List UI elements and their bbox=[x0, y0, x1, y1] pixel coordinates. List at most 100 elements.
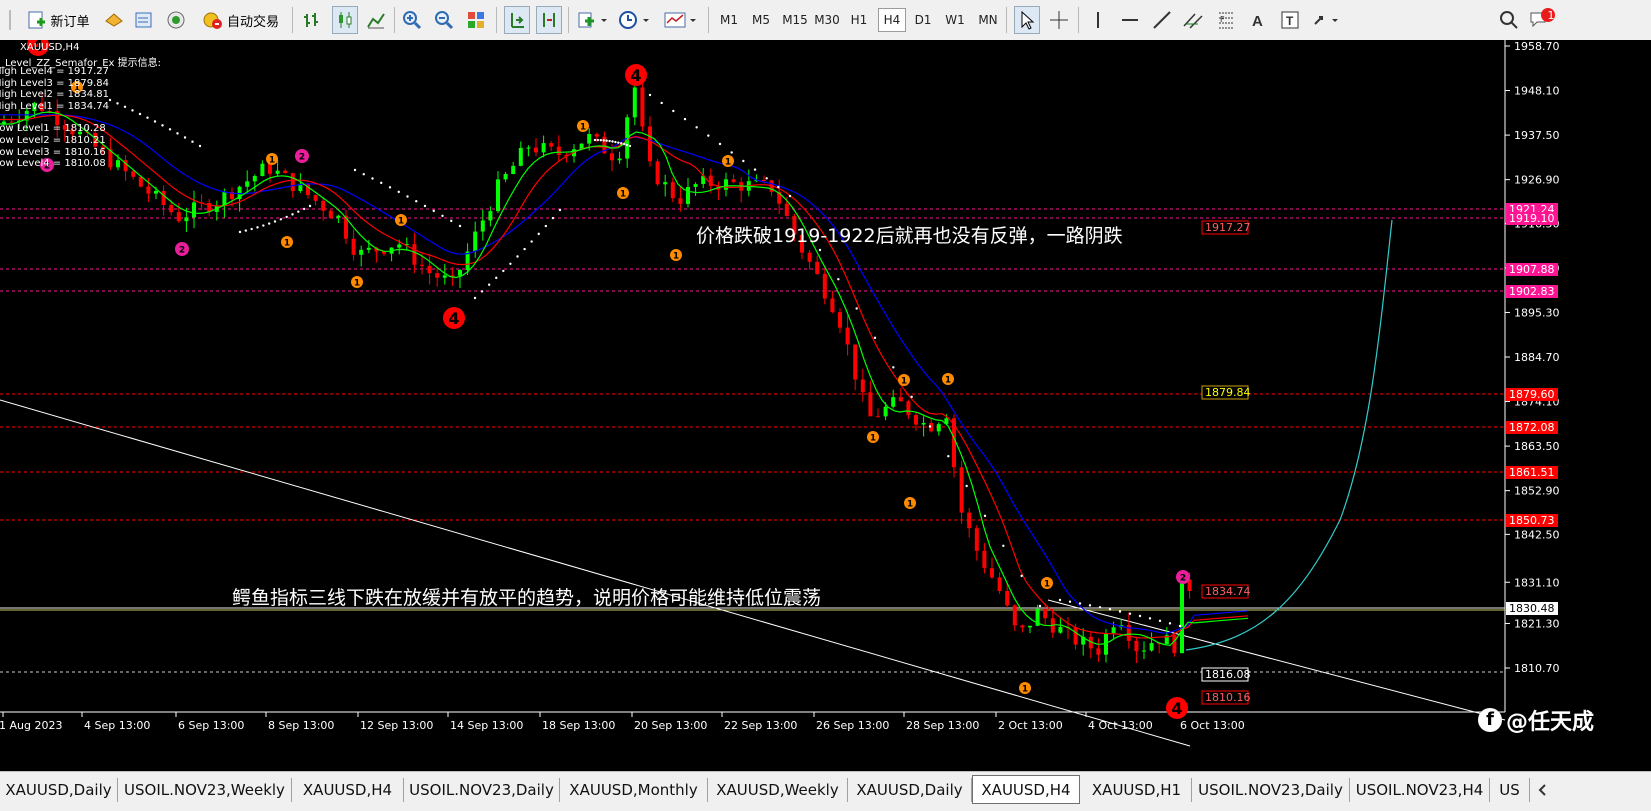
sar-dot bbox=[1128, 612, 1132, 615]
cursor-icon[interactable] bbox=[1014, 6, 1040, 34]
bull-candle bbox=[891, 397, 896, 407]
sar-dot bbox=[267, 222, 271, 225]
chart-tab[interactable]: XAUUSD,Monthly bbox=[560, 778, 708, 802]
arrows-dropdown[interactable] bbox=[1310, 6, 1344, 34]
timeframe-h4[interactable]: H4 bbox=[878, 8, 906, 32]
sar-dot bbox=[198, 144, 202, 148]
trendline-icon[interactable] bbox=[1150, 6, 1174, 34]
sar-dot bbox=[423, 204, 427, 208]
sar-dot bbox=[544, 224, 548, 228]
auto-scroll-icon[interactable] bbox=[504, 6, 530, 34]
tile-windows-icon[interactable] bbox=[464, 6, 488, 34]
timeframe-m1[interactable]: M1 bbox=[716, 8, 742, 32]
semafor-mark-label: 1 bbox=[725, 158, 731, 168]
price-axis-label: 1895.30 bbox=[1514, 306, 1560, 319]
bear-candle bbox=[1005, 590, 1010, 606]
timeframe-mn[interactable]: MN bbox=[974, 8, 1002, 32]
timeframe-m15[interactable]: M15 bbox=[780, 8, 810, 32]
bear-candle bbox=[138, 176, 143, 187]
timeframe-m5[interactable]: M5 bbox=[748, 8, 774, 32]
timeframe-w1[interactable]: W1 bbox=[942, 8, 968, 32]
sar-dot bbox=[605, 139, 608, 142]
chart-tab[interactable]: XAUUSD,H1 bbox=[1082, 778, 1192, 802]
chart-tab[interactable]: USOIL.NOV23,Weekly bbox=[118, 778, 292, 802]
bar-chart-icon[interactable] bbox=[300, 6, 324, 34]
horizontal-line-icon[interactable] bbox=[1118, 6, 1142, 34]
bull-candle bbox=[1149, 643, 1154, 651]
new-order-button[interactable]: 新订单 bbox=[24, 6, 94, 34]
chart-tab[interactable]: XAUUSD,Daily bbox=[0, 778, 118, 802]
navigator-icon[interactable] bbox=[164, 6, 188, 34]
sar-dot bbox=[138, 112, 142, 116]
sar-dot bbox=[599, 138, 603, 142]
info-line: High Level4 = 1917.27 bbox=[0, 66, 110, 77]
sar-dot bbox=[753, 168, 757, 171]
semafor-mark-label: 1 bbox=[620, 190, 626, 200]
chart-window[interactable]: 1958.701948.101937.501926.901916.501905.… bbox=[0, 34, 1651, 771]
sar-dot bbox=[146, 116, 149, 119]
info-line: Low Level4 = 1810.08 bbox=[0, 158, 106, 170]
bear-candle bbox=[176, 212, 181, 222]
fibonacci-icon[interactable]: F bbox=[1214, 6, 1238, 34]
sar-dot bbox=[777, 185, 780, 189]
line-chart-icon[interactable] bbox=[364, 6, 388, 34]
time-axis-label: 6 Oct 13:00 bbox=[1180, 719, 1245, 732]
sar-dot bbox=[910, 395, 913, 399]
tab-scroll-icon[interactable] bbox=[1533, 780, 1553, 800]
text-tool-icon[interactable]: A bbox=[1246, 6, 1270, 34]
sar-dot bbox=[530, 240, 533, 243]
chart-tab[interactable]: XAUUSD,Weekly bbox=[708, 778, 848, 802]
search-icon[interactable] bbox=[1496, 6, 1522, 34]
chart-tab[interactable]: XAUUSD,H4 bbox=[972, 775, 1080, 804]
sar-dot bbox=[273, 220, 277, 223]
equidistant-channel-icon[interactable] bbox=[1182, 6, 1206, 34]
info-line: High Level1 = 1834.74 bbox=[0, 100, 110, 112]
bull-candle bbox=[480, 220, 485, 232]
price-axis-label: 1863.50 bbox=[1514, 440, 1560, 453]
bear-candle bbox=[731, 179, 736, 183]
notifications-button[interactable]: 1 bbox=[1528, 6, 1558, 34]
timeframe-m30[interactable]: M30 bbox=[812, 8, 842, 32]
bear-candle bbox=[290, 173, 295, 192]
indicators-dropdown[interactable] bbox=[574, 6, 612, 34]
chart-tab[interactable]: XAUUSD,Daily bbox=[848, 778, 972, 802]
text-label-icon[interactable]: T bbox=[1278, 6, 1302, 34]
candlestick-chart-icon[interactable] bbox=[332, 6, 358, 34]
bear-candle bbox=[161, 190, 166, 206]
bull-candle bbox=[511, 165, 516, 175]
chart-tab[interactable]: US bbox=[1490, 778, 1530, 802]
sar-dot bbox=[928, 425, 932, 428]
bull-candle bbox=[116, 160, 120, 168]
timeframe-h1[interactable]: H1 bbox=[846, 8, 872, 32]
price-axis-label: 1821.30 bbox=[1514, 617, 1560, 630]
periods-dropdown[interactable] bbox=[616, 6, 654, 34]
templates-dropdown[interactable] bbox=[660, 6, 700, 34]
crosshair-icon[interactable] bbox=[1046, 6, 1072, 34]
sar-dot bbox=[537, 232, 540, 236]
chart-shift-icon[interactable] bbox=[536, 6, 562, 34]
sar-dot bbox=[480, 290, 484, 293]
sar-dot bbox=[406, 195, 409, 198]
bear-candle bbox=[412, 244, 417, 265]
vertical-line-icon[interactable] bbox=[1086, 6, 1110, 34]
bull-candle bbox=[488, 211, 493, 221]
sar-dot bbox=[788, 194, 792, 198]
bear-candle bbox=[427, 265, 432, 274]
zoom-in-icon[interactable] bbox=[400, 6, 424, 34]
chart-tab[interactable]: XAUUSD,H4 bbox=[292, 778, 404, 802]
auto-trade-button[interactable]: 自动交易 bbox=[196, 6, 286, 34]
data-window-icon[interactable] bbox=[132, 6, 156, 34]
zoom-out-icon[interactable] bbox=[432, 6, 456, 34]
sar-dot bbox=[1178, 624, 1182, 628]
semafor-mark-label: 1 bbox=[1022, 685, 1028, 695]
bear-candle bbox=[146, 186, 151, 194]
bull-candle bbox=[192, 202, 196, 218]
chart-tab[interactable]: USOIL.NOV23,Daily bbox=[1192, 778, 1350, 802]
chart-tab[interactable]: USOIL.NOV23,Daily bbox=[404, 778, 560, 802]
time-axis-label: 8 Sep 13:00 bbox=[268, 719, 334, 732]
chart-tab[interactable]: USOIL.NOV23,H4 bbox=[1350, 778, 1490, 802]
bull-candle bbox=[1142, 650, 1146, 652]
market-watch-icon[interactable] bbox=[102, 6, 126, 34]
timeframe-d1[interactable]: D1 bbox=[910, 8, 936, 32]
sar-dot bbox=[256, 226, 259, 229]
